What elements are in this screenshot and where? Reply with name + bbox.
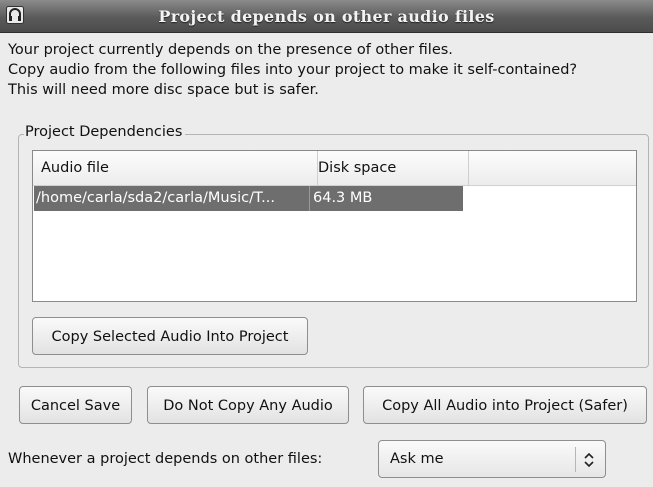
intro-line-2: Copy audio from the following files into… xyxy=(8,62,578,78)
up-down-chevron-icon xyxy=(584,452,594,468)
copy-all-audio-button[interactable]: Copy All Audio into Project (Safer) xyxy=(363,386,647,424)
copy-selected-audio-button[interactable]: Copy Selected Audio Into Project xyxy=(32,317,308,355)
dependency-policy-select[interactable]: Ask me xyxy=(378,440,606,478)
column-header-audio-file[interactable]: Audio file xyxy=(33,151,318,185)
intro-text: Your project currently depends on the pr… xyxy=(8,40,577,100)
table-header: Audio file Disk space xyxy=(33,151,636,186)
window-title: Project depends on other audio files xyxy=(158,7,495,26)
intro-line-1: Your project currently depends on the pr… xyxy=(8,42,453,58)
dependency-policy-value: Ask me xyxy=(390,451,444,467)
title-bar: Project depends on other audio files xyxy=(0,0,653,33)
cancel-save-button[interactable]: Cancel Save xyxy=(19,386,132,424)
column-divider xyxy=(309,186,310,211)
combo-divider xyxy=(575,447,576,472)
dependencies-group-title: Project Dependencies xyxy=(24,122,186,142)
table-row[interactable]: /home/carla/sda2/carla/Music/T... 64.3 M… xyxy=(34,186,463,211)
intro-line-3: This will need more disc space but is sa… xyxy=(8,82,319,98)
dependencies-table[interactable]: Audio file Disk space /home/carla/sda2/c… xyxy=(32,150,637,302)
dependency-policy-label: Whenever a project depends on other file… xyxy=(8,451,323,467)
disk-space-cell: 64.3 MB xyxy=(313,190,373,206)
do-not-copy-audio-button[interactable]: Do Not Copy Any Audio xyxy=(147,386,349,424)
audio-file-cell: /home/carla/sda2/carla/Music/T... xyxy=(36,190,275,206)
column-header-disk-space[interactable]: Disk space xyxy=(310,151,469,185)
